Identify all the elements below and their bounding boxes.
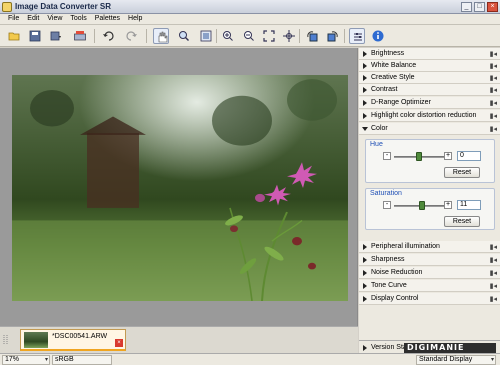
section-color[interactable]: Color ▮◂ xyxy=(359,123,500,135)
adjust-icon[interactable] xyxy=(349,28,365,44)
rotate-left-icon[interactable] xyxy=(304,28,320,44)
expand-arrow-icon xyxy=(363,75,367,81)
close-button[interactable]: × xyxy=(487,2,498,12)
chevron-down-icon: ▾ xyxy=(490,357,494,363)
save-dropdown-icon[interactable] xyxy=(48,28,64,44)
info-icon[interactable] xyxy=(370,28,386,44)
thumbnail-image xyxy=(24,332,48,348)
collapse-arrow-icon xyxy=(362,127,368,131)
section-creative-style[interactable]: Creative Style ▮◂ xyxy=(359,72,500,84)
section-white-balance[interactable]: White Balance ▮◂ xyxy=(359,60,500,72)
pin-icon[interactable]: ▮◂ xyxy=(490,112,497,120)
loupe-icon[interactable] xyxy=(176,28,192,44)
menu-file[interactable]: File xyxy=(4,14,23,24)
hue-slider-thumb[interactable] xyxy=(416,152,422,161)
menu-tools[interactable]: Tools xyxy=(66,14,90,24)
minimize-button[interactable]: _ xyxy=(461,2,472,12)
hue-value-field[interactable]: 0 xyxy=(457,151,481,161)
section-noise-reduction[interactable]: Noise Reduction ▮◂ xyxy=(359,267,500,279)
filmstrip: *DSC00541.ARW × xyxy=(0,326,358,353)
expand-arrow-icon xyxy=(363,296,367,302)
expand-arrow-icon xyxy=(363,244,367,250)
redo-icon[interactable] xyxy=(124,28,140,44)
pin-icon[interactable]: ▮◂ xyxy=(490,99,497,107)
saturation-title: Saturation xyxy=(370,190,402,197)
hue-increase-button[interactable]: + xyxy=(444,152,452,160)
saturation-decrease-button[interactable]: - xyxy=(383,201,391,209)
menu-help[interactable]: Help xyxy=(124,14,146,24)
undo-icon[interactable] xyxy=(100,28,116,44)
saturation-slider-thumb[interactable] xyxy=(418,201,425,210)
menu-view[interactable]: View xyxy=(43,14,66,24)
grip-icon[interactable] xyxy=(2,333,10,347)
rotate-right-icon[interactable] xyxy=(325,28,341,44)
section-d-range-optimizer[interactable]: D-Range Optimizer ▮◂ xyxy=(359,97,500,109)
menu-edit[interactable]: Edit xyxy=(23,14,43,24)
pin-icon[interactable]: ▮◂ xyxy=(490,243,497,251)
toolbar xyxy=(0,25,500,47)
hue-reset-button[interactable]: Reset xyxy=(444,167,480,178)
section-tone-curve[interactable]: Tone Curve ▮◂ xyxy=(359,280,500,292)
expand-arrow-icon xyxy=(363,345,367,351)
hand-tool-icon[interactable] xyxy=(153,28,169,44)
fit-icon[interactable] xyxy=(198,28,214,44)
pin-icon[interactable]: ▮◂ xyxy=(490,125,497,133)
adjustment-panel: Brightness ▮◂ White Balance ▮◂ Creative … xyxy=(359,48,500,340)
section-highlight-color-distortion[interactable]: Highlight color distortion reduction ▮◂ xyxy=(359,110,500,122)
menu-bar: File Edit View Tools Palettes Help xyxy=(0,14,500,25)
pin-icon[interactable]: ▮◂ xyxy=(490,86,497,94)
saturation-group: Saturation - + 11 Reset xyxy=(365,188,495,230)
app-icon xyxy=(2,2,12,12)
pin-icon[interactable]: ▮◂ xyxy=(490,269,497,277)
expand-arrow-icon xyxy=(363,270,367,276)
saturation-value-field[interactable]: 11 xyxy=(457,200,481,210)
section-display-control[interactable]: Display Control ▮◂ xyxy=(359,293,500,305)
expand-arrow-icon xyxy=(363,87,367,93)
expand-arrow-icon xyxy=(363,113,367,119)
saturation-increase-button[interactable]: + xyxy=(444,201,452,209)
section-peripheral-illumination[interactable]: Peripheral illumination ▮◂ xyxy=(359,241,500,253)
image-viewer[interactable] xyxy=(0,48,358,326)
menu-palettes[interactable]: Palettes xyxy=(91,14,124,24)
chevron-down-icon: ▾ xyxy=(44,357,48,363)
convert-icon[interactable] xyxy=(72,28,88,44)
pin-icon[interactable]: ▮◂ xyxy=(490,50,497,58)
expand-arrow-icon xyxy=(363,51,367,57)
zoom-out-icon[interactable] xyxy=(241,28,257,44)
expand-arrow-icon xyxy=(363,257,367,263)
section-sharpness[interactable]: Sharpness ▮◂ xyxy=(359,254,500,266)
save-disk-icon[interactable] xyxy=(27,28,43,44)
pin-icon[interactable]: ▮◂ xyxy=(490,62,497,70)
section-brightness[interactable]: Brightness ▮◂ xyxy=(359,48,500,60)
pin-icon[interactable]: ▮◂ xyxy=(490,295,497,303)
title-bar: Image Data Converter SR _ □ × xyxy=(0,0,500,14)
thumbnail-close-icon[interactable]: × xyxy=(115,339,123,347)
pin-icon[interactable]: ▮◂ xyxy=(490,74,497,82)
hue-title: Hue xyxy=(370,141,383,148)
zoom-in-icon[interactable] xyxy=(220,28,236,44)
open-folder-icon[interactable] xyxy=(6,28,22,44)
expand-arrow-icon xyxy=(363,63,367,69)
expand-arrow-icon xyxy=(363,283,367,289)
hue-group: Hue - + 0 Reset xyxy=(365,139,495,183)
crosshair-icon[interactable] xyxy=(281,28,297,44)
fullscreen-icon[interactable] xyxy=(261,28,277,44)
maximize-button[interactable]: □ xyxy=(474,2,485,12)
display-mode-select[interactable]: Standard Display ▾ xyxy=(416,355,496,365)
thumbnail-filename: *DSC00541.ARW xyxy=(52,333,108,340)
hue-decrease-button[interactable]: - xyxy=(383,152,391,160)
colorspace-field: sRGB xyxy=(52,355,112,365)
watermark-logo: DIGIMANIE xyxy=(404,343,496,353)
window-title: Image Data Converter SR xyxy=(15,2,112,11)
expand-arrow-icon xyxy=(363,100,367,106)
zoom-select[interactable]: 17% ▾ xyxy=(2,355,50,365)
status-bar: 17% ▾ sRGB Standard Display ▾ xyxy=(0,353,500,365)
pin-icon[interactable]: ▮◂ xyxy=(490,256,497,264)
section-contrast[interactable]: Contrast ▮◂ xyxy=(359,84,500,96)
thumbnail-item[interactable]: *DSC00541.ARW × xyxy=(20,329,126,351)
saturation-reset-button[interactable]: Reset xyxy=(444,216,480,227)
pin-icon[interactable]: ▮◂ xyxy=(490,282,497,290)
photo-preview xyxy=(12,75,348,301)
